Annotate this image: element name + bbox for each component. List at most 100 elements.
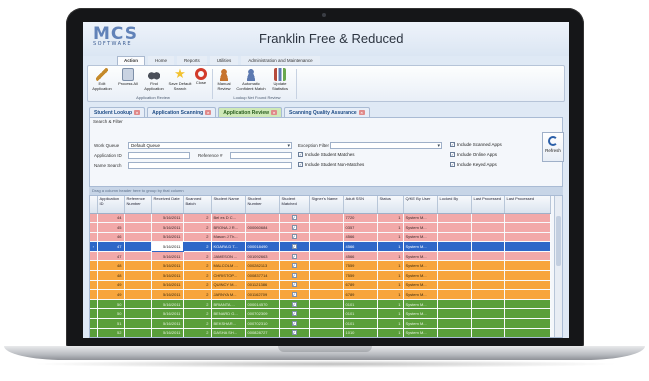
cell[interactable]: BEKSHAR... <box>211 318 246 329</box>
cell[interactable]: System M... <box>403 318 438 329</box>
cell[interactable]: 2 <box>183 328 212 337</box>
cell[interactable]: 5/16/2011 <box>151 280 184 291</box>
table-row[interactable]: 48 5/16/2011 2 CHRISTOP... 000837714 ✓ 7559 1 Sy… <box>90 270 551 281</box>
row-indicator[interactable]: › <box>90 241 98 252</box>
cell[interactable]: 2 <box>183 299 212 310</box>
cell[interactable]: 51 <box>97 318 125 329</box>
table-row[interactable]: 48 5/16/2011 2 MALCOLM ... 000282113 ✓ 7559 1 Sy… <box>90 260 551 272</box>
cell[interactable]: 45 <box>97 222 125 233</box>
cell[interactable] <box>124 289 152 300</box>
cell[interactable] <box>437 318 472 329</box>
table-row[interactable]: 50 5/16/2011 2 BENARD G... 000702309 ✓ 0101 1 Sy… <box>90 308 551 320</box>
cell[interactable]: JAMESON ... <box>211 251 246 262</box>
cell[interactable] <box>124 222 152 233</box>
cell[interactable]: 000837714 <box>245 270 280 281</box>
cell[interactable] <box>504 222 551 233</box>
cell[interactable] <box>471 299 505 310</box>
exception-filter-select[interactable] <box>330 142 442 149</box>
cell[interactable]: 2 <box>183 260 212 272</box>
cell[interactable] <box>504 251 551 262</box>
matched-check-icon[interactable]: ✓ <box>291 320 297 326</box>
matched-check-icon[interactable]: ✓ <box>291 311 297 317</box>
cell[interactable]: JARNYA M... <box>211 289 246 300</box>
cell[interactable] <box>504 328 551 337</box>
ribbon-tab-utilities[interactable]: Utilities <box>209 56 239 65</box>
cell[interactable] <box>504 289 551 300</box>
cell[interactable]: 5/16/2011 <box>151 222 184 233</box>
cell[interactable]: 000282113 <box>245 260 280 272</box>
cell[interactable]: ✓ <box>279 241 310 252</box>
cell[interactable]: 5/16/2011 <box>151 213 184 224</box>
cell[interactable]: 1 <box>377 289 404 300</box>
cell[interactable]: ✓ <box>279 308 310 320</box>
cell[interactable]: 50 <box>97 308 125 320</box>
cell[interactable] <box>309 222 344 233</box>
cell[interactable]: ✓ <box>279 260 310 272</box>
cell[interactable]: ✓ <box>279 270 310 281</box>
cell[interactable]: 2 <box>183 308 212 320</box>
cell[interactable] <box>437 222 472 233</box>
cell[interactable]: BRONA J R... <box>211 222 246 233</box>
cell[interactable] <box>437 260 472 272</box>
cell[interactable]: 000014570 <box>245 299 280 310</box>
cell[interactable]: 1 <box>377 251 404 262</box>
cell[interactable] <box>309 308 344 320</box>
cell[interactable]: 6789 <box>343 280 378 291</box>
cell[interactable]: 1 <box>377 260 404 272</box>
save-default-search-button[interactable]: ★ Save Default Search <box>168 67 192 91</box>
row-indicator[interactable] <box>90 251 98 262</box>
cell[interactable]: 001162709 <box>245 289 280 300</box>
row-indicator[interactable] <box>90 260 98 272</box>
work-queue-select[interactable]: Default Queue <box>128 142 292 149</box>
cell[interactable]: 1 <box>377 241 404 252</box>
cell[interactable]: 000702310 <box>245 318 280 329</box>
cell[interactable]: 49 <box>97 289 125 300</box>
cell[interactable] <box>309 213 344 224</box>
cell[interactable]: 000702309 <box>245 308 280 320</box>
cell[interactable]: 5/16/2011 <box>151 260 184 272</box>
cell[interactable]: 48 <box>97 260 125 272</box>
cell[interactable] <box>245 232 280 243</box>
cell[interactable] <box>437 280 472 291</box>
tab-scanning-quality-assurance[interactable]: Scanning Quality Assurance × <box>284 107 370 117</box>
matched-check-icon[interactable]: ✓ <box>291 330 297 336</box>
cell[interactable]: 5/16/2011 <box>151 308 184 320</box>
row-indicator[interactable] <box>90 289 98 300</box>
cell[interactable] <box>309 241 344 252</box>
cell[interactable]: 47 <box>97 241 125 252</box>
cell[interactable] <box>504 241 551 252</box>
cell[interactable]: 0101 <box>343 318 378 329</box>
tab-application-scanning[interactable]: Application Scanning × <box>147 107 217 117</box>
cell[interactable] <box>504 280 551 291</box>
process-all-button[interactable]: Process All <box>116 68 140 87</box>
column-header[interactable]: Signer's Name <box>309 196 344 214</box>
cell[interactable]: 2 <box>183 241 212 252</box>
cell[interactable]: System M... <box>403 232 438 243</box>
cell[interactable] <box>471 308 505 320</box>
cell[interactable]: 2 <box>183 222 212 233</box>
cell[interactable] <box>309 270 344 281</box>
cell[interactable]: 2 <box>183 213 212 224</box>
column-header[interactable]: Received Date <box>151 196 184 214</box>
cell[interactable] <box>504 308 551 320</box>
column-header[interactable]: Student Number <box>245 196 280 214</box>
cell[interactable] <box>471 260 505 272</box>
cell[interactable] <box>504 232 551 243</box>
cell[interactable]: Mason J Th... <box>211 232 246 243</box>
matched-check-icon[interactable]: ✓ <box>291 301 297 307</box>
close-icon[interactable]: × <box>134 110 141 115</box>
cell[interactable] <box>437 241 472 252</box>
column-header[interactable]: Status <box>377 196 404 214</box>
cell[interactable] <box>437 232 472 243</box>
cell[interactable] <box>309 251 344 262</box>
manual-review-button[interactable]: Manual Review <box>214 68 234 91</box>
cell[interactable] <box>309 299 344 310</box>
row-indicator[interactable] <box>90 280 98 291</box>
find-application-button[interactable]: Find Application <box>142 68 166 91</box>
column-header[interactable]: Scanned Batch <box>183 196 212 214</box>
cell[interactable] <box>124 270 152 281</box>
cell[interactable]: ✓ <box>279 318 310 329</box>
column-header[interactable]: Last Processed <box>504 196 551 214</box>
close-icon[interactable]: × <box>271 110 278 115</box>
cell[interactable] <box>245 213 280 224</box>
